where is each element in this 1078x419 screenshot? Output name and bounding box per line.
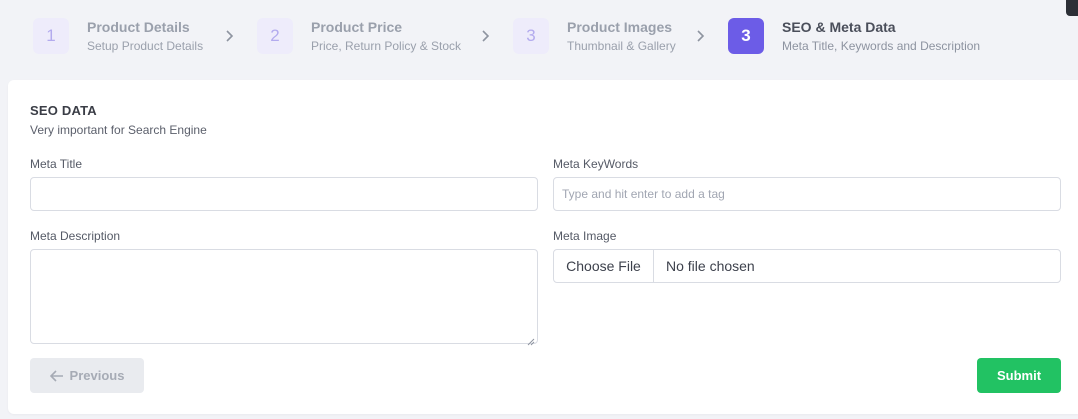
chevron-right-icon xyxy=(224,28,236,44)
chevron-right-icon xyxy=(695,28,707,44)
step-number: 3 xyxy=(513,18,549,54)
step-seo-meta-data[interactable]: 3 SEO & Meta Data Meta Title, Keywords a… xyxy=(728,18,980,54)
step-subtitle: Thumbnail & Gallery xyxy=(567,39,676,53)
meta-title-label: Meta Title xyxy=(30,157,83,171)
meta-keywords-label: Meta KeyWords xyxy=(553,157,639,171)
file-status-text: No file chosen xyxy=(666,258,755,274)
previous-button[interactable]: Previous xyxy=(30,358,144,393)
seo-form-card: SEO DATA Very important for Search Engin… xyxy=(8,80,1078,414)
step-product-details[interactable]: 1 Product Details Setup Product Details xyxy=(33,18,203,54)
section-title: SEO DATA xyxy=(30,103,97,118)
resize-grip-icon[interactable] xyxy=(527,333,535,346)
step-title: Product Price xyxy=(311,19,403,35)
arrow-left-icon xyxy=(49,369,64,382)
step-number: 3 xyxy=(728,18,764,54)
step-product-images[interactable]: 3 Product Images Thumbnail & Gallery xyxy=(513,18,676,54)
section-subtitle: Very important for Search Engine xyxy=(30,123,207,137)
chevron-right-icon xyxy=(480,28,492,44)
step-subtitle: Setup Product Details xyxy=(87,39,204,53)
window-corner xyxy=(1066,0,1078,16)
meta-image-label: Meta Image xyxy=(553,229,617,243)
meta-title-input[interactable] xyxy=(30,177,538,211)
step-number: 2 xyxy=(257,18,293,54)
choose-file-button[interactable]: Choose File xyxy=(554,250,654,282)
previous-label: Previous xyxy=(69,368,125,383)
meta-keywords-placeholder: Type and hit enter to add a tag xyxy=(562,187,725,201)
meta-description-label: Meta Description xyxy=(30,229,121,243)
submit-button[interactable]: Submit xyxy=(977,358,1061,393)
step-number: 1 xyxy=(33,18,69,54)
step-title: Product Images xyxy=(567,19,673,35)
stepper: 1 Product Details Setup Product Details … xyxy=(0,0,1078,80)
step-title: SEO & Meta Data xyxy=(782,19,896,35)
step-product-price[interactable]: 2 Product Price Price, Return Policy & S… xyxy=(257,18,461,54)
step-subtitle: Meta Title, Keywords and Description xyxy=(782,39,981,53)
meta-image-file-input[interactable]: Choose File No file chosen xyxy=(553,249,1061,283)
step-title: Product Details xyxy=(87,19,190,35)
step-subtitle: Price, Return Policy & Stock xyxy=(311,39,462,53)
meta-keywords-input[interactable]: Type and hit enter to add a tag xyxy=(553,177,1061,211)
meta-description-textarea[interactable] xyxy=(30,249,538,346)
